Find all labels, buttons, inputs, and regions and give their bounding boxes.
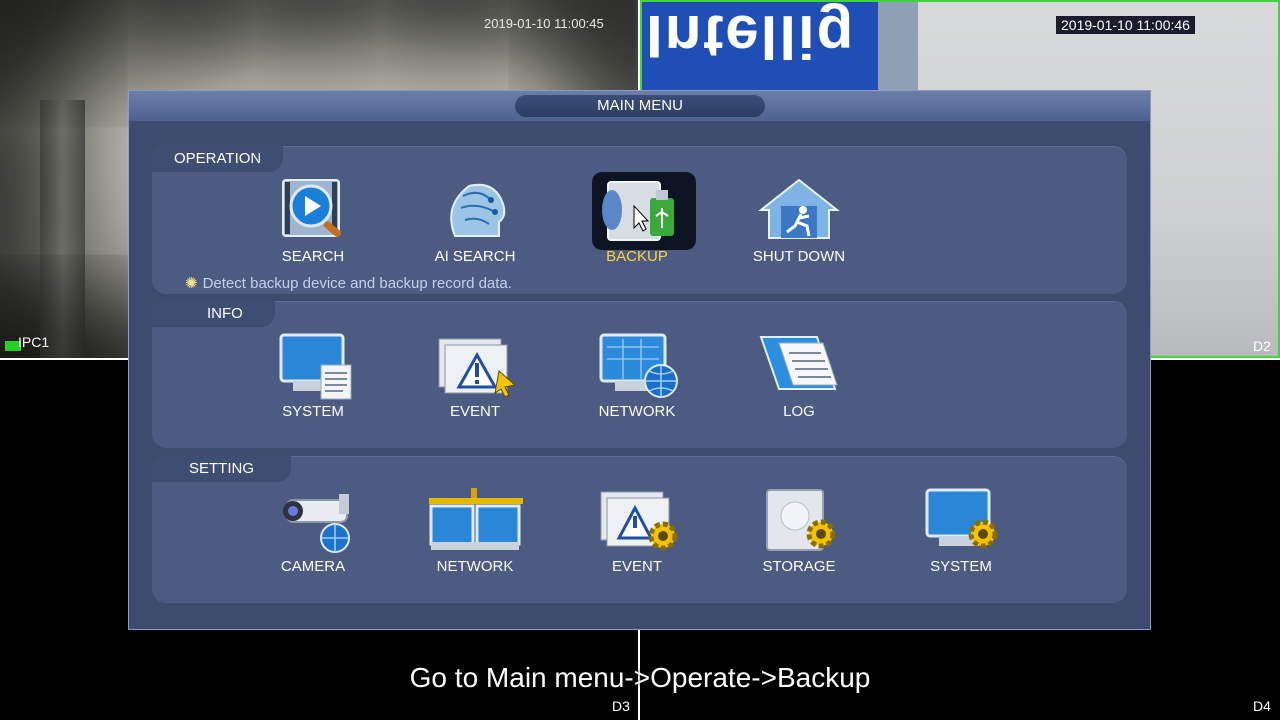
camera-timestamp: 2019-01-10 11:00:45 [484, 16, 604, 31]
ai-head-icon [450, 183, 506, 237]
monitor-gear-icon [925, 488, 998, 549]
item-label: EVENT [449, 403, 500, 420]
item-label: BACKUP [606, 248, 668, 265]
event-warning-icon [438, 338, 517, 398]
network-globe-icon [599, 333, 678, 398]
setting-section: SETTING CAMERA NETWORK EVENT STORAGE SYS… [152, 456, 1127, 603]
section-header: OPERATION [152, 146, 284, 172]
camera-timestamp: 2019-01-10 11:00:46 [1056, 16, 1195, 34]
camera-label: D2 [1253, 338, 1271, 354]
section-header: SETTING [152, 456, 292, 482]
item-label: SYSTEM [930, 558, 992, 575]
search-button[interactable]: SEARCH [248, 176, 378, 274]
camera-label: D4 [1253, 698, 1271, 714]
backup-usb-icon [602, 181, 674, 241]
info-section: INFO SYSTEM EVENT NETWORK LOG [152, 301, 1127, 448]
hint-text: ✺ Detect backup device and backup record … [185, 275, 512, 292]
item-label: SHUT DOWN [752, 248, 846, 265]
menu-title: MAIN MENU [515, 95, 765, 117]
section-header: INFO [152, 301, 275, 327]
info-system-button[interactable]: SYSTEM [248, 331, 378, 429]
exit-house-icon [758, 178, 840, 239]
item-label: SEARCH [281, 248, 345, 265]
search-icon [282, 179, 342, 237]
menu-titlebar[interactable]: MAIN MENU [129, 91, 1150, 121]
monitor-document-icon [279, 333, 352, 400]
item-label: CAMERA [280, 558, 346, 575]
info-network-button[interactable]: NETWORK [572, 331, 702, 429]
camera-label: D3 [612, 698, 630, 714]
event-gear-icon [600, 491, 678, 551]
video-caption: Go to Main menu->Operate->Backup [409, 662, 871, 693]
info-event-button[interactable]: EVENT [410, 331, 540, 429]
backup-button[interactable]: BACKUP [572, 172, 702, 274]
main-menu-window: MAIN MENU OPERATION SEARCH AI SEARCH BAC… [128, 90, 1151, 630]
item-label: AI SEARCH [434, 248, 516, 265]
shut-down-button[interactable]: SHUT DOWN [734, 176, 864, 274]
item-label: STORAGE [762, 558, 836, 575]
setting-system-button[interactable]: SYSTEM [896, 486, 1026, 584]
item-label: NETWORK [436, 558, 514, 575]
setting-event-button[interactable]: EVENT [572, 486, 702, 584]
operation-section: OPERATION SEARCH AI SEARCH BACKUP SHUT D… [152, 146, 1127, 294]
setting-camera-button[interactable]: CAMERA [248, 486, 378, 584]
storage-gear-icon [766, 489, 836, 551]
item-label: SYSTEM [282, 403, 344, 420]
item-label: NETWORK [598, 403, 676, 420]
item-label: EVENT [611, 558, 662, 575]
camera-label: IPC1 [18, 334, 50, 350]
info-log-button[interactable]: LOG [734, 331, 864, 429]
camera-timestamp-small: 00:46 [1234, 16, 1257, 26]
ai-search-button[interactable]: AI SEARCH [410, 176, 540, 274]
camera-icon [283, 494, 350, 553]
item-label: LOG [783, 403, 815, 420]
sign-text: Intellig [646, 3, 856, 70]
camera-scene: Intellig [642, 2, 882, 102]
lightbulb-icon: ✺ [185, 275, 198, 292]
setting-storage-button[interactable]: STORAGE [734, 486, 864, 584]
log-book-icon [759, 336, 838, 390]
setting-network-button[interactable]: NETWORK [410, 486, 540, 584]
network-setting-icon [429, 488, 523, 550]
